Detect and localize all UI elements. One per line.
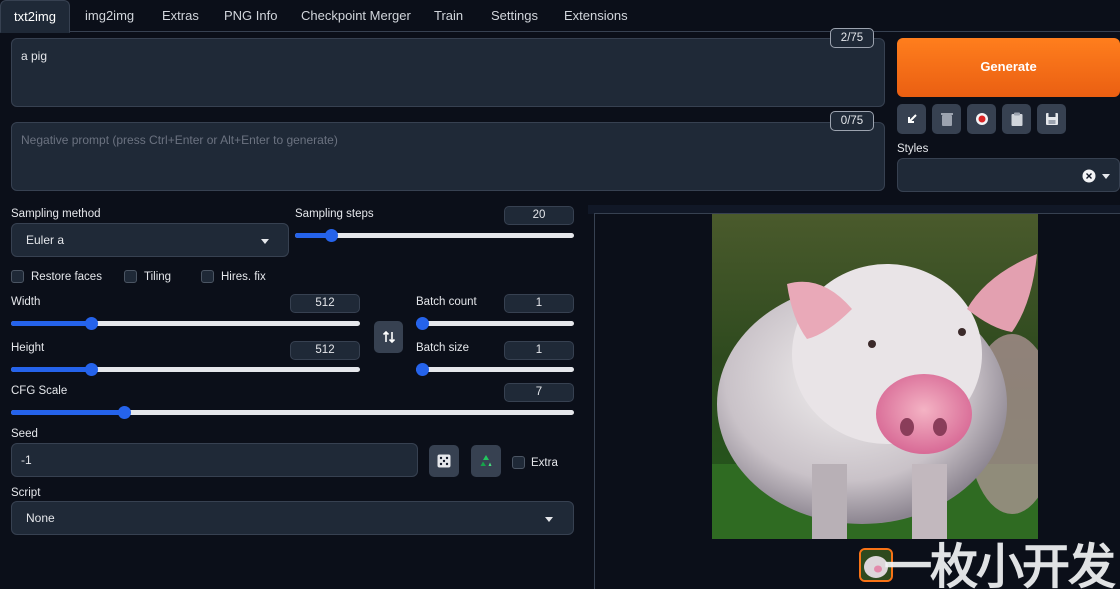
slider-fill [11, 321, 92, 326]
clear-prompt-button[interactable] [932, 104, 961, 134]
swap-icon [382, 330, 395, 344]
recycle-icon [480, 455, 492, 466]
prompt-input[interactable]: a pig [11, 38, 885, 107]
batch-size-label: Batch size [416, 342, 470, 354]
tab-img2img[interactable]: img2img [85, 0, 134, 32]
sampling-method-value: Euler a [26, 233, 65, 247]
tab-extensions[interactable]: Extensions [564, 0, 628, 32]
slider-thumb[interactable] [85, 363, 99, 376]
slider-track[interactable] [11, 410, 574, 415]
batch-size-number[interactable]: 1 [504, 341, 574, 360]
record-icon [975, 113, 988, 125]
height-number[interactable]: 512 [290, 341, 360, 360]
cfg-scale-label: CFG Scale [11, 385, 68, 397]
trash-icon [940, 112, 953, 126]
cfg-scale-number[interactable]: 7 [504, 383, 574, 402]
script-value: None [26, 511, 55, 525]
batch-count-number[interactable]: 1 [504, 294, 574, 313]
apply-style-button[interactable] [1002, 104, 1031, 134]
styles-label: Styles [897, 143, 929, 155]
dice-icon [437, 454, 451, 468]
clear-icon[interactable] [1082, 169, 1096, 183]
chevron-down-icon [545, 517, 553, 522]
prompt-token-counter: 2/75 [830, 28, 874, 48]
negative-prompt-input[interactable]: Negative prompt (press Ctrl+Enter or Alt… [11, 122, 885, 191]
width-label: Width [11, 296, 41, 308]
extra-networks-button[interactable] [967, 104, 996, 134]
slider-thumb[interactable] [416, 363, 429, 376]
slider-track[interactable] [11, 367, 360, 372]
batch-count-label: Batch count [416, 296, 477, 308]
restore-faces-label: Restore faces [31, 271, 102, 283]
slider-thumb[interactable] [325, 229, 339, 242]
script-label: Script [11, 487, 41, 499]
sampling-steps-label: Sampling steps [295, 208, 374, 220]
extra-seed-label: Extra [531, 457, 558, 469]
tab-train[interactable]: Train [434, 0, 463, 32]
chevron-down-icon [1102, 174, 1110, 179]
slider-track[interactable] [416, 321, 574, 326]
watermark-text: 一枚小开发 [884, 539, 1116, 589]
tab-png-info[interactable]: PNG Info [224, 0, 277, 32]
tab-checkpoint-merger[interactable]: Checkpoint Merger [301, 0, 411, 32]
sampling-method-dropdown[interactable]: Euler a [11, 223, 289, 257]
tab-extras[interactable]: Extras [162, 0, 199, 32]
seed-input[interactable]: -1 [11, 443, 418, 477]
slider-track[interactable] [11, 321, 360, 326]
slider-thumb[interactable] [85, 317, 99, 330]
tiling-checkbox[interactable] [124, 270, 137, 283]
sampling-method-label: Sampling method [11, 208, 101, 220]
extra-seed-checkbox[interactable] [512, 456, 525, 469]
tab-bar: txt2img img2img Extras PNG Info Checkpoi… [0, 0, 1120, 33]
read-params-button[interactable] [897, 104, 926, 134]
hires-fix-label: Hires. fix [221, 271, 266, 283]
chevron-down-icon [261, 239, 269, 244]
generated-image[interactable] [712, 214, 1038, 539]
slider-fill [11, 367, 92, 372]
restore-faces-checkbox[interactable] [11, 270, 24, 283]
seed-label: Seed [11, 428, 38, 440]
negative-prompt-token-counter: 0/75 [830, 111, 874, 131]
random-seed-button[interactable] [429, 445, 459, 477]
hires-fix-checkbox[interactable] [201, 270, 214, 283]
script-dropdown[interactable]: None [11, 501, 574, 535]
tab-settings[interactable]: Settings [491, 0, 538, 32]
slider-thumb[interactable] [117, 406, 131, 419]
tab-txt2img[interactable]: txt2img [0, 0, 70, 33]
tiling-label: Tiling [144, 271, 172, 283]
width-number[interactable]: 512 [290, 294, 360, 313]
slider-track[interactable] [416, 367, 574, 372]
slider-fill [11, 410, 124, 415]
save-icon [1045, 113, 1058, 125]
generate-button[interactable]: Generate [897, 38, 1120, 97]
arrow-down-left-icon [907, 114, 917, 123]
styles-dropdown[interactable] [897, 158, 1120, 192]
swap-dimensions-button[interactable] [374, 321, 403, 353]
sampling-steps-number[interactable]: 20 [504, 206, 574, 225]
reuse-seed-button[interactable] [471, 445, 501, 477]
slider-thumb[interactable] [416, 317, 429, 330]
save-style-button[interactable] [1037, 104, 1066, 134]
clipboard-icon [1011, 112, 1022, 126]
height-label: Height [11, 342, 45, 354]
